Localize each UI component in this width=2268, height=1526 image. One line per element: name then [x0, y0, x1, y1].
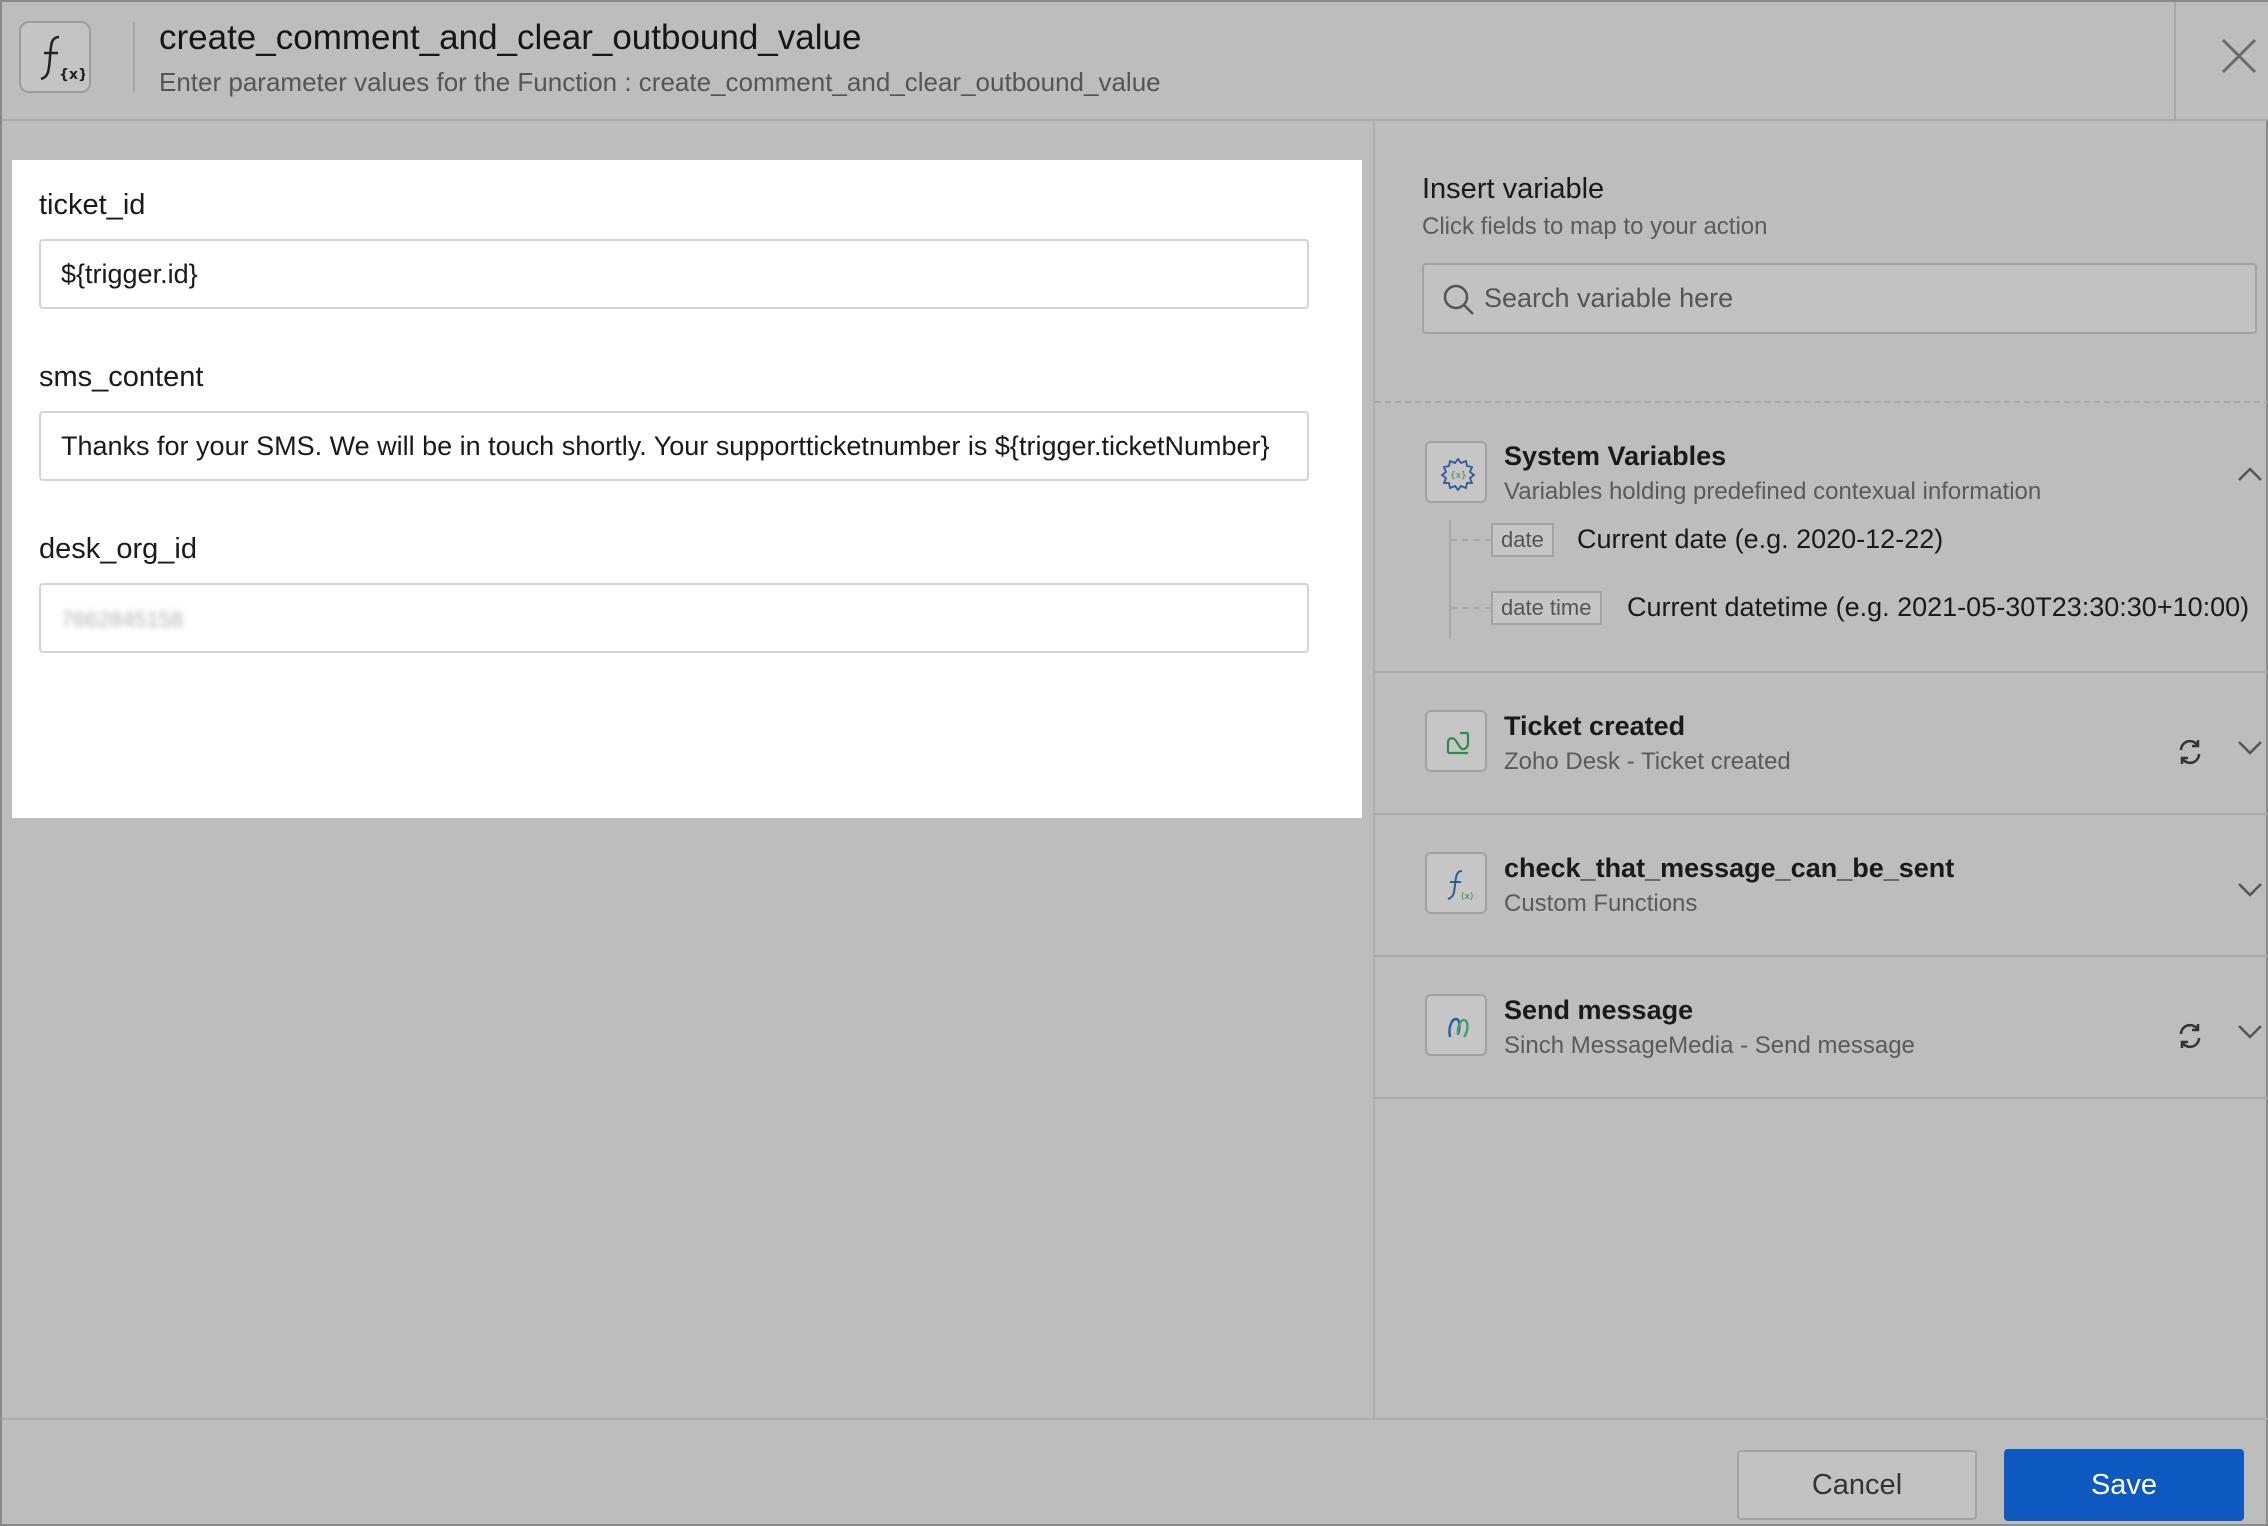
variable-search[interactable] — [1422, 263, 2257, 334]
cancel-button[interactable]: Cancel — [1737, 1450, 1977, 1520]
group-separator — [1375, 955, 2268, 957]
ticket-id-input[interactable]: ${trigger.id} — [39, 239, 1309, 309]
sms-content-input[interactable]: Thanks for your SMS. We will be in touch… — [39, 411, 1309, 481]
search-separator — [1375, 401, 2268, 403]
tree-branch — [1451, 607, 1491, 609]
chevron-down-icon[interactable] — [2236, 738, 2264, 758]
tree-branch — [1451, 539, 1491, 541]
parameter-form: ticket_id ${trigger.id} sms_content Than… — [12, 160, 1362, 818]
var-tag-date: date — [1491, 523, 1554, 557]
insert-variable-title: Insert variable — [1422, 173, 1605, 205]
function-icon: (x) — [1425, 852, 1487, 914]
refresh-icon[interactable] — [2174, 1020, 2206, 1052]
field-label-desk-org-id: desk_org_id — [39, 533, 197, 565]
group-separator — [1375, 671, 2268, 673]
group-title-send-message[interactable]: Send message — [1504, 995, 1693, 1026]
desk-org-id-input[interactable]: 7662845158 — [39, 583, 1309, 653]
chevron-down-icon[interactable] — [2236, 1022, 2264, 1042]
group-separator — [1375, 1097, 2268, 1099]
redacted-value: 7662845158 — [61, 607, 184, 632]
group-subtitle-system-variables: Variables holding predefined contexual i… — [1504, 478, 2042, 505]
group-subtitle-send-message: Sinch MessageMedia - Send message — [1504, 1032, 1915, 1059]
insert-variable-subtitle: Click fields to map to your action — [1422, 213, 1768, 240]
footer-divider — [2, 1418, 2268, 1420]
tree-line — [1449, 520, 1451, 638]
gear-icon: {x} — [1425, 441, 1487, 503]
zoho-desk-icon — [1425, 710, 1487, 772]
dialog-header: {x} create_comment_and_clear_outbound_va… — [2, 2, 2268, 121]
save-button[interactable]: Save — [2004, 1449, 2244, 1521]
search-input[interactable] — [1484, 265, 2244, 332]
group-title-ticket-created[interactable]: Ticket created — [1504, 711, 1685, 742]
group-subtitle-ticket-created: Zoho Desk - Ticket created — [1504, 748, 1791, 775]
function-icon: {x} — [19, 21, 91, 93]
modal-dialog: {x} create_comment_and_clear_outbound_va… — [0, 0, 2268, 1526]
dialog-subtitle: Enter parameter values for the Function … — [159, 67, 1161, 97]
var-item-datetime[interactable]: Current datetime (e.g. 2021-05-30T23:30:… — [1627, 592, 2249, 623]
header-divider-right — [2174, 2, 2176, 121]
group-title-system-variables[interactable]: System Variables — [1504, 441, 1726, 472]
messagemedia-icon — [1425, 994, 1487, 1056]
svg-text:(x): (x) — [1461, 892, 1473, 902]
search-icon — [1443, 284, 1474, 315]
var-item-date[interactable]: Current date (e.g. 2020-12-22) — [1577, 524, 1943, 555]
var-tag-date-time: date time — [1491, 591, 1602, 625]
svg-text:{x}: {x} — [59, 67, 85, 83]
header-divider — [133, 22, 135, 92]
svg-text:{x}: {x} — [1450, 471, 1467, 481]
dialog-title: create_comment_and_clear_outbound_value — [159, 18, 862, 57]
panel-divider — [1373, 121, 1375, 1419]
group-subtitle-check-message: Custom Functions — [1504, 890, 1698, 917]
chevron-down-icon[interactable] — [2236, 880, 2264, 900]
group-separator — [1375, 813, 2268, 815]
field-label-sms-content: sms_content — [39, 361, 204, 393]
refresh-icon[interactable] — [2174, 736, 2206, 768]
group-title-check-message[interactable]: check_that_message_can_be_sent — [1504, 853, 1954, 884]
chevron-up-icon[interactable] — [2236, 464, 2264, 484]
close-icon[interactable] — [2217, 34, 2261, 78]
field-label-ticket-id: ticket_id — [39, 189, 146, 221]
